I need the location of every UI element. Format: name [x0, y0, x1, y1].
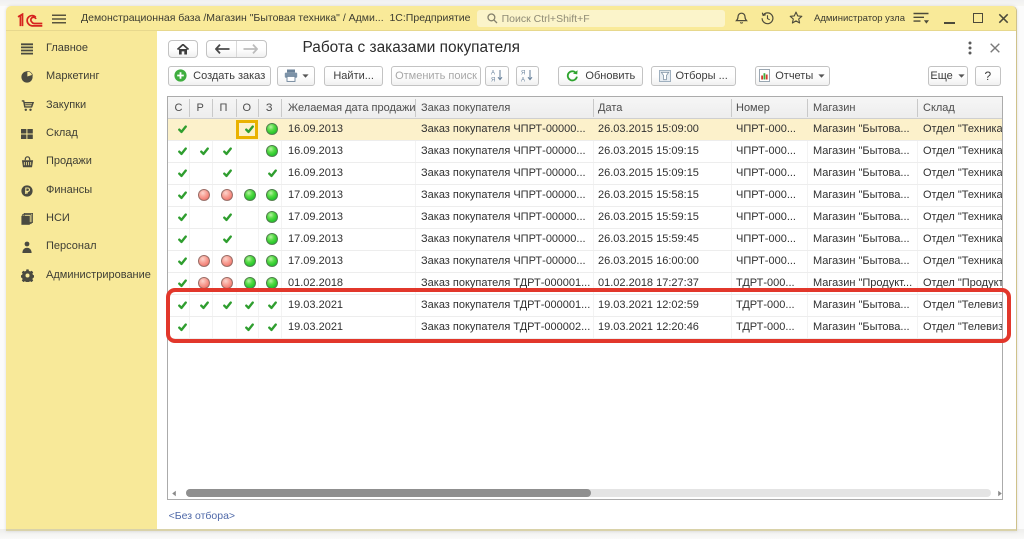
svg-text:Я: Я [521, 71, 525, 77]
svg-text:А: А [521, 78, 525, 83]
svg-text:А: А [491, 71, 495, 77]
svg-text:Я: Я [491, 78, 495, 83]
